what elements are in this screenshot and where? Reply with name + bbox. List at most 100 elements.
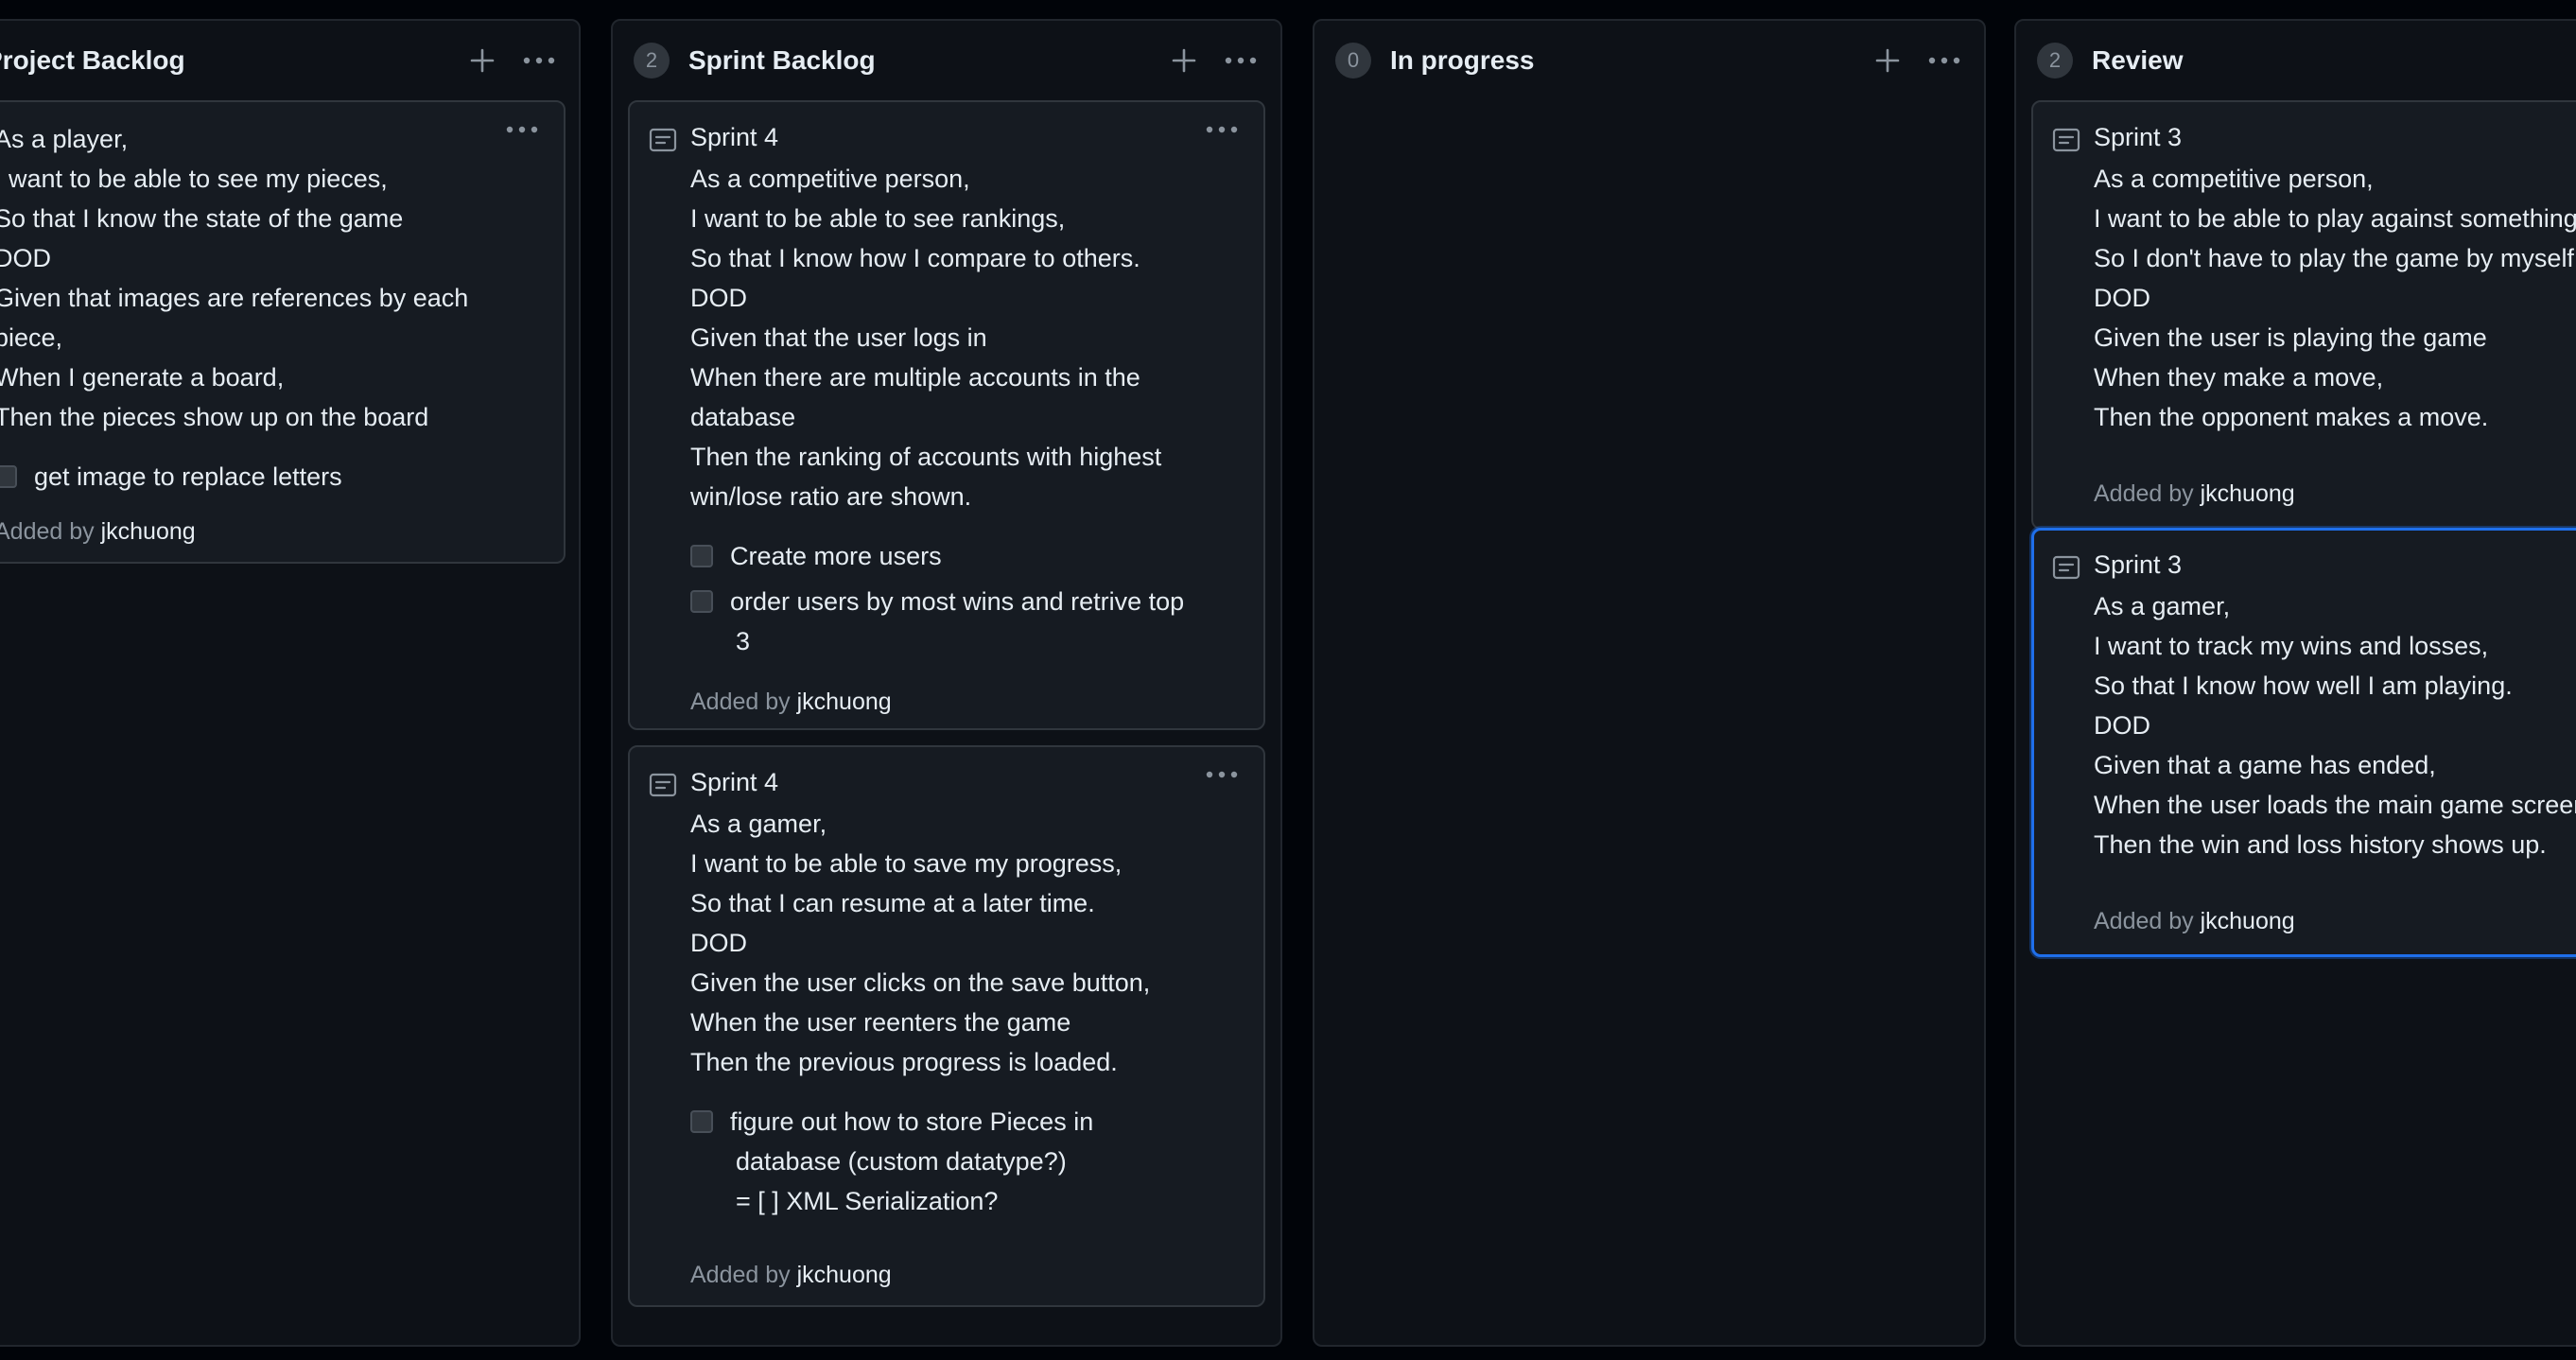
item-count-badge: 0	[1335, 43, 1371, 78]
column-title: Sprint Backlog	[688, 45, 876, 75]
task-item: get image to replace letters	[0, 457, 342, 497]
card-menu-button[interactable]	[1201, 115, 1243, 144]
card-title-link[interactable]: Sprint 3	[2094, 123, 2182, 152]
card-line: When the user loads the main game screen…	[2094, 791, 2576, 819]
added-by-label: Added by	[690, 689, 791, 715]
item-count-badge: 2	[2037, 43, 2073, 78]
added-by-label: Added by	[0, 518, 95, 545]
task-text: Create more users	[730, 542, 942, 570]
card-line: When the user reenters the game	[690, 1008, 1071, 1037]
column-in-progress: 0 In progress	[1313, 19, 1986, 1347]
card-line: Then the win and loss history shows up.	[2094, 830, 2547, 859]
kebab-horizontal-icon	[506, 126, 538, 133]
added-by: Added by jkchuong	[690, 1262, 892, 1289]
added-by: Added by jkchuong	[2094, 480, 2295, 508]
card-line: I want to be able to see my pieces,	[0, 165, 388, 193]
task-text: database (custom datatype?)	[736, 1147, 1067, 1176]
card-line: So that I know how well I am playing.	[2094, 671, 2513, 700]
card-title-link[interactable]: Sprint 4	[690, 768, 778, 797]
column-header: Project Backlog	[0, 40, 558, 81]
column-title: Project Backlog	[0, 45, 185, 75]
card-line: I want to be able to see rankings,	[690, 204, 1066, 233]
task-text: = [ ] XML Serialization?	[736, 1187, 999, 1215]
card-line: Then the previous progress is loaded.	[690, 1048, 1118, 1076]
card-line: Given that the user logs in	[690, 323, 987, 352]
card-line: As a competitive person,	[2094, 165, 2374, 193]
added-by-user-link[interactable]: jkchuong	[101, 518, 196, 545]
column-title: In progress	[1390, 45, 1535, 75]
card-line: Given that images are references by each	[0, 284, 469, 312]
card-menu-button[interactable]	[1201, 760, 1243, 789]
task-text: 3	[736, 627, 751, 655]
card-title-link[interactable]: Sprint 4	[690, 123, 778, 152]
task-checkbox[interactable]	[690, 1110, 713, 1133]
card-selected[interactable]: Sprint 3 As a gamer, I want to track my …	[2031, 528, 2576, 957]
added-by: Added by jkchuong	[2094, 908, 2295, 935]
add-item-button[interactable]	[463, 42, 501, 79]
card-line: As a gamer,	[690, 810, 827, 838]
added-by-user-link[interactable]: jkchuong	[2201, 480, 2295, 507]
plus-icon	[1875, 48, 1900, 73]
card[interactable]: As a player, I want to be able to see my…	[0, 100, 566, 564]
card-line: Given that a game has ended,	[2094, 751, 2436, 779]
card-line: DOD	[2094, 284, 2150, 312]
kebab-horizontal-icon	[1928, 57, 1960, 64]
card-line: DOD	[0, 244, 51, 272]
card-line: As a competitive person,	[690, 165, 970, 193]
card[interactable]: Sprint 3 As a competitive person, I want…	[2031, 100, 2576, 530]
card-line: As a player,	[0, 125, 129, 153]
task-item: Create more users	[690, 536, 942, 576]
column-menu-button[interactable]	[520, 42, 558, 79]
column-title: Review	[2092, 45, 2184, 75]
column-menu-button[interactable]	[1925, 42, 1963, 79]
card-body: As a gamer, I want to be able to save my…	[690, 804, 1150, 1082]
project-board: Project Backlog As a player, I want to b…	[0, 0, 2576, 1360]
card-line: DOD	[690, 929, 747, 957]
card-line: piece,	[0, 323, 63, 352]
added-by-user-link[interactable]: jkchuong	[2201, 908, 2295, 934]
note-icon	[2052, 128, 2080, 152]
added-by-user-link[interactable]: jkchuong	[797, 1262, 892, 1288]
card-line: DOD	[2094, 711, 2150, 740]
card-line: So that I know how I compare to others.	[690, 244, 1140, 272]
card-body: As a gamer, I want to track my wins and …	[2094, 586, 2576, 864]
column-header: 2 Sprint Backlog	[634, 40, 1260, 81]
card-line: I want to track my wins and losses,	[2094, 632, 2489, 660]
task-text: get image to replace letters	[34, 462, 342, 491]
card[interactable]: Sprint 4 As a competitive person, I want…	[628, 100, 1265, 730]
card-line: So that I can resume at a later time.	[690, 889, 1095, 917]
card-body: As a competitive person, I want to be ab…	[690, 159, 1161, 516]
column-menu-button[interactable]	[1222, 42, 1260, 79]
card-body: As a player, I want to be able to see my…	[0, 119, 468, 437]
column-header: 2 Review	[2037, 40, 2576, 81]
add-item-button[interactable]	[1165, 42, 1203, 79]
task-text: figure out how to store Pieces in	[730, 1107, 1094, 1136]
task-text: order users by most wins and retrive top	[730, 587, 1185, 616]
column-review: 2 Review Sprint 3 As a competitive perso…	[2014, 19, 2576, 1347]
card-line: Given the user clicks on the save button…	[690, 968, 1151, 997]
task-checkbox[interactable]	[0, 465, 17, 488]
card-title-link[interactable]: Sprint 3	[2094, 550, 2182, 580]
card-line: As a gamer,	[2094, 592, 2231, 620]
card-line: Then the ranking of accounts with highes…	[690, 443, 1162, 471]
card-line: Then the pieces show up on the board	[0, 403, 429, 431]
task-checkbox[interactable]	[690, 590, 713, 613]
added-by: Added by jkchuong	[690, 689, 892, 716]
plus-icon	[470, 48, 495, 73]
task-item: order users by most wins and retrive top…	[690, 582, 1184, 661]
kebab-horizontal-icon	[1206, 771, 1238, 778]
added-by: Added by jkchuong	[0, 518, 196, 546]
added-by-user-link[interactable]: jkchuong	[797, 689, 892, 715]
card[interactable]: Sprint 4 As a gamer, I want to be able t…	[628, 745, 1265, 1307]
card-menu-button[interactable]	[501, 115, 543, 144]
task-checkbox[interactable]	[690, 545, 713, 567]
task-item: figure out how to store Pieces in databa…	[690, 1102, 1093, 1221]
card-line: Then the opponent makes a move.	[2094, 403, 2489, 431]
card-line: So that I know the state of the game	[0, 204, 404, 233]
card-line: database	[690, 403, 796, 431]
add-item-button[interactable]	[1869, 42, 1906, 79]
column-project-backlog: Project Backlog As a player, I want to b…	[0, 19, 581, 1347]
kebab-horizontal-icon	[523, 57, 555, 64]
added-by-label: Added by	[2094, 908, 2194, 934]
card-line: Given the user is playing the game	[2094, 323, 2487, 352]
